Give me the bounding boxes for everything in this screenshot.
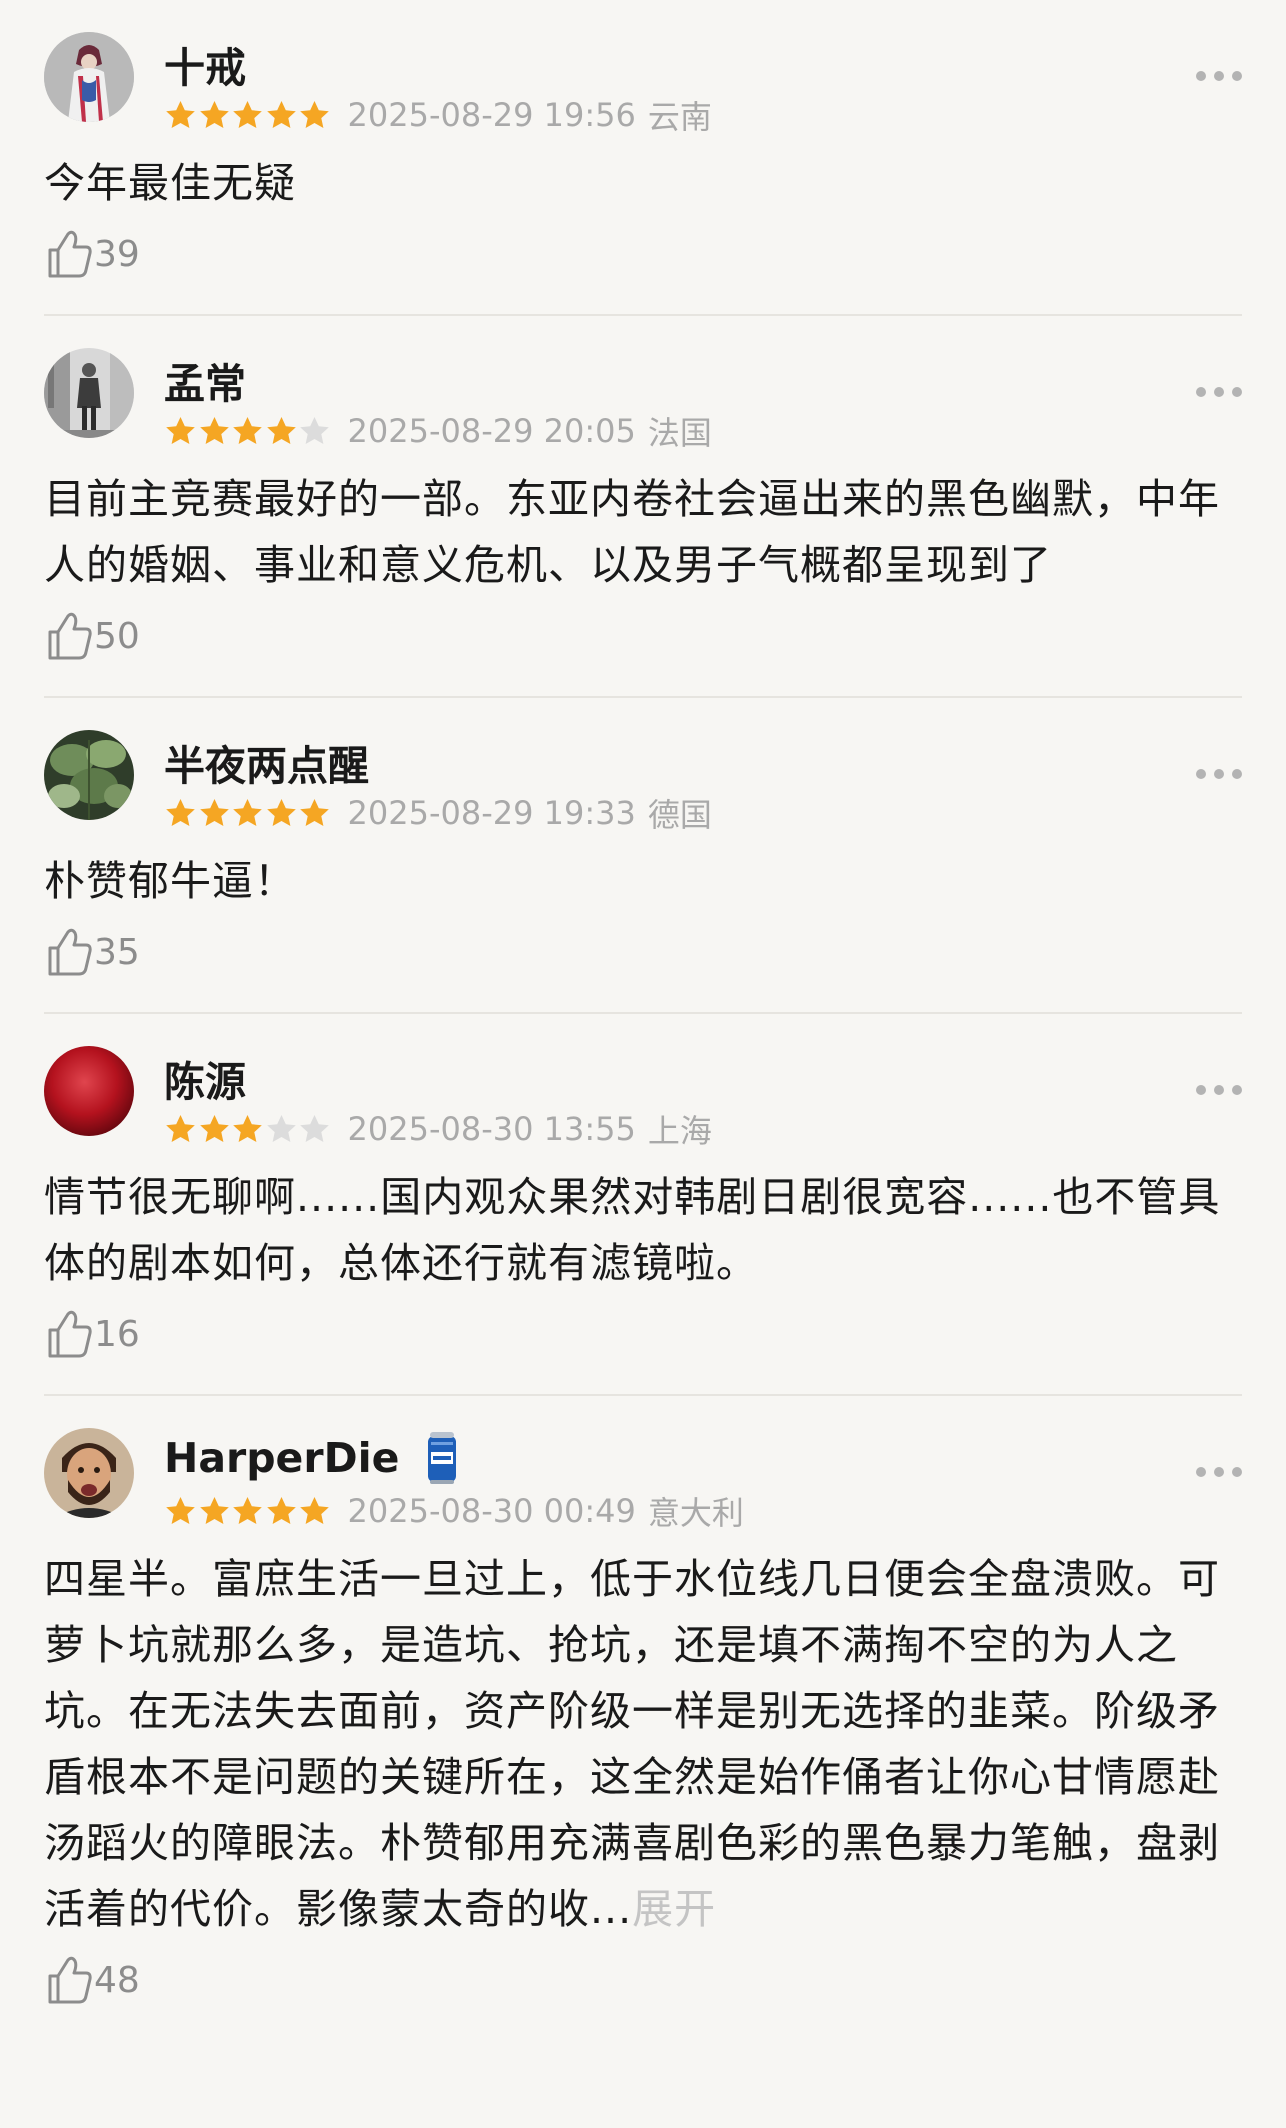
review-item: 十戒 2025-08-29 19:56 云南 今年最佳无疑 39 <box>44 0 1242 316</box>
username[interactable]: 半夜两点醒 <box>164 732 369 792</box>
review-location: 意大利 <box>647 1494 744 1532</box>
star-filled-icon <box>300 798 329 826</box>
review-location: 法国 <box>647 414 712 452</box>
avatar[interactable] <box>44 730 134 820</box>
star-filled-icon <box>300 1496 329 1524</box>
like-count: 39 <box>94 233 140 275</box>
star-filled-icon <box>266 416 296 444</box>
star-filled-icon <box>233 798 262 826</box>
more-options-icon[interactable] <box>1196 764 1242 784</box>
expand-link[interactable]: 展开 <box>632 1885 716 1933</box>
star-filled-icon <box>300 100 329 128</box>
review-item: 陈源 2025-08-30 13:55 上海 情节很无聊啊......国内观众果… <box>44 1014 1242 1396</box>
like-button[interactable]: 35 <box>44 926 1242 978</box>
star-filled-icon <box>233 416 262 444</box>
like-button[interactable]: 50 <box>44 610 1242 662</box>
thumbs-up-icon <box>48 928 92 976</box>
review-date: 2025-08-30 13:55 <box>347 1110 636 1148</box>
like-count: 16 <box>94 1313 140 1355</box>
rating-stars <box>164 1495 332 1528</box>
more-options-icon[interactable] <box>1196 382 1242 402</box>
star-filled-icon <box>199 798 229 826</box>
star-filled-icon <box>166 1496 195 1524</box>
like-button[interactable]: 16 <box>44 1308 1242 1360</box>
rating-stars <box>164 415 332 448</box>
review-item: 半夜两点醒 2025-08-29 19:33 德国 朴赞郁牛逼！ 35 <box>44 698 1242 1014</box>
review-content: 今年最佳无疑 <box>44 159 296 207</box>
star-empty-icon <box>300 1114 329 1142</box>
review-location: 上海 <box>647 1112 712 1150</box>
like-count: 50 <box>94 615 140 657</box>
star-filled-icon <box>199 1496 229 1524</box>
rating-stars <box>164 1113 332 1146</box>
star-filled-icon <box>233 1114 262 1142</box>
review-date: 2025-08-30 00:49 <box>347 1492 636 1530</box>
star-filled-icon <box>266 798 296 826</box>
like-count: 35 <box>94 931 140 973</box>
star-filled-icon <box>266 100 296 128</box>
avatar[interactable] <box>44 32 134 122</box>
username[interactable]: 十戒 <box>164 34 246 94</box>
review-content: 朴赞郁牛逼！ <box>44 857 296 905</box>
review-content: 四星半。富庶生活一旦过上，低于水位线几日便会全盘溃败。可萝卜坑就那么多，是造坑、… <box>44 1555 1220 1933</box>
rating-stars <box>164 99 332 132</box>
username[interactable]: HarperDie <box>164 1430 459 1486</box>
more-options-icon[interactable] <box>1196 1462 1242 1482</box>
review-date: 2025-08-29 20:05 <box>347 412 636 450</box>
review-date: 2025-08-29 19:33 <box>347 794 636 832</box>
review-content: 情节很无聊啊......国内观众果然对韩剧日剧很宽容......也不管具体的剧本… <box>44 1173 1221 1287</box>
username[interactable]: 孟常 <box>164 350 246 410</box>
avatar[interactable] <box>44 1428 134 1518</box>
star-filled-icon <box>166 100 195 128</box>
more-options-icon[interactable] <box>1196 66 1242 86</box>
star-filled-icon <box>233 100 262 128</box>
thumbs-up-icon <box>48 612 92 660</box>
thumbs-up-icon <box>48 1310 92 1358</box>
username[interactable]: 陈源 <box>164 1048 246 1108</box>
like-button[interactable]: 39 <box>44 228 1242 280</box>
thumbs-up-icon <box>48 230 92 278</box>
review-date: 2025-08-29 19:56 <box>347 96 636 134</box>
star-filled-icon <box>266 1496 296 1524</box>
review-location: 云南 <box>647 98 712 136</box>
review-content: 目前主竞赛最好的一部。东亚内卷社会逼出来的黑色幽默，中年人的婚姻、事业和意义危机… <box>44 475 1220 589</box>
like-button[interactable]: 48 <box>44 1954 1242 2006</box>
review-item: HarperDie 2025-08-30 00:49 意大利 四星半。富庶生活一… <box>44 1396 1242 2040</box>
review-location: 德国 <box>647 796 712 834</box>
avatar[interactable] <box>44 348 134 438</box>
star-filled-icon <box>199 416 229 444</box>
star-filled-icon <box>166 416 195 444</box>
like-count: 48 <box>94 1959 140 2001</box>
star-filled-icon <box>166 1114 195 1142</box>
review-feed: 十戒 2025-08-29 19:56 云南 今年最佳无疑 39 孟常 2025… <box>0 0 1286 2040</box>
review-item: 孟常 2025-08-29 20:05 法国 目前主竞赛最好的一部。东亚内卷社会… <box>44 316 1242 698</box>
star-filled-icon <box>199 1114 229 1142</box>
beer-can-badge-icon <box>428 1432 457 1484</box>
star-filled-icon <box>199 100 229 128</box>
star-filled-icon <box>166 798 195 826</box>
star-filled-icon <box>233 1496 262 1524</box>
star-empty-icon <box>266 1114 296 1142</box>
star-empty-icon <box>300 416 329 444</box>
avatar[interactable] <box>44 1046 134 1136</box>
more-options-icon[interactable] <box>1196 1080 1242 1100</box>
thumbs-up-icon <box>48 1956 92 2004</box>
rating-stars <box>164 797 332 830</box>
